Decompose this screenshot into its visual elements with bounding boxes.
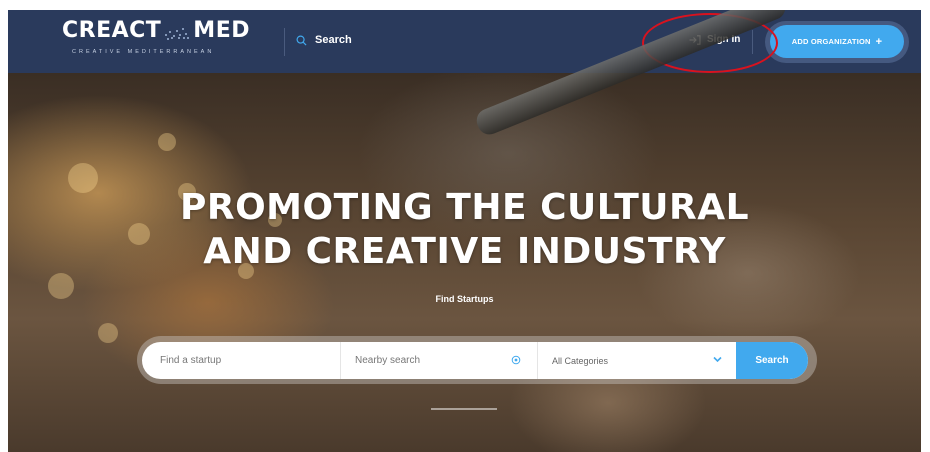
header-search-label: Search [315,34,352,46]
logo-tagline: CREATIVE MEDITERRANEAN [72,49,215,55]
hero-title: PROMOTING THE CULTURAL AND CREATIVE INDU… [8,186,921,274]
chevron-down-icon [713,356,722,363]
nearby-search-input[interactable] [341,342,537,379]
add-organization-halo: ADD ORGANIZATION + [765,21,909,63]
header-divider [284,28,285,56]
logo-dots-icon [163,22,191,40]
add-organization-button[interactable]: ADD ORGANIZATION + [770,25,904,58]
hero-section: PROMOTING THE CULTURAL AND CREATIVE INDU… [8,10,921,452]
plus-icon: + [875,35,883,48]
bokeh-light [98,323,118,343]
category-select[interactable]: All Categories [538,342,736,379]
bokeh-light [158,133,176,151]
hero-title-line-2: AND CREATIVE INDUSTRY [203,231,726,272]
category-selected-value: All Categories [552,355,609,366]
search-submit-button[interactable]: Search [736,342,808,379]
add-organization-label: ADD ORGANIZATION [791,37,871,46]
page-frame: CREACT MED CREATIVE MEDITERRANEAN Search… [8,10,921,452]
locate-target-icon[interactable] [511,355,521,365]
nearby-search-field [341,342,538,379]
search-icon [296,35,307,46]
site-logo[interactable]: CREACT MED CREATIVE MEDITERRANEAN [62,18,250,55]
logo-text-right: MED [193,18,250,43]
slide-indicator [431,408,497,410]
logo-text-left: CREACT [62,18,162,43]
startup-search-field [142,342,341,379]
top-navbar: CREACT MED CREATIVE MEDITERRANEAN Search… [8,10,921,73]
startup-search-input[interactable] [142,342,340,379]
header-search-link[interactable]: Search [296,34,352,46]
startup-search-bar: All Categories Search [142,342,808,379]
hero-title-line-1: PROMOTING THE CULTURAL [179,187,750,228]
hero-subtitle: Find Startups [435,294,494,304]
